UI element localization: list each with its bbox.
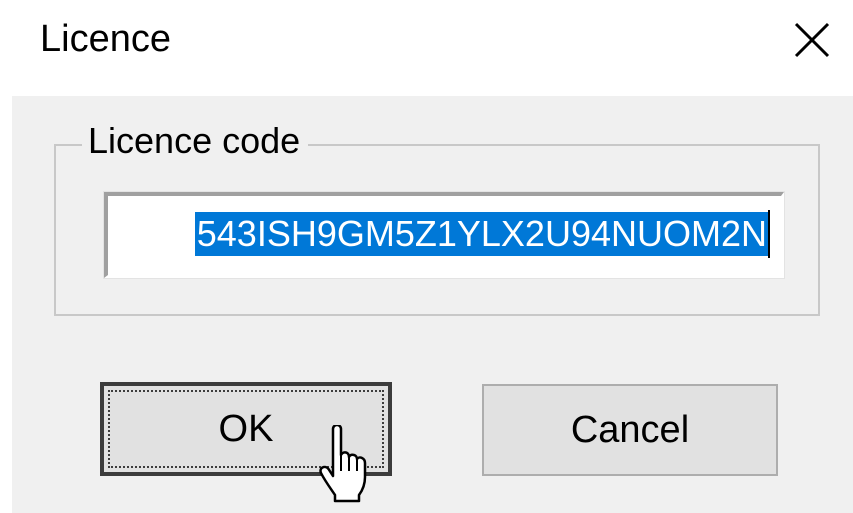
close-button[interactable] <box>782 12 842 68</box>
close-icon <box>794 22 830 58</box>
title-bar[interactable]: Licence <box>0 0 853 96</box>
window-title: Licence <box>40 18 171 60</box>
text-caret <box>768 210 770 258</box>
licence-code-text-area: 543ISH9GM5Z1YLX2U94NUOM2N <box>110 198 779 273</box>
dialog-body: Licence code 543ISH9GM5Z1YLX2U94NUOM2N O… <box>12 96 853 513</box>
cancel-button[interactable]: Cancel <box>482 384 778 476</box>
licence-code-group: Licence code 543ISH9GM5Z1YLX2U94NUOM2N <box>54 118 820 316</box>
licence-code-label: Licence code <box>82 118 309 164</box>
hand-pointer-icon <box>319 425 367 503</box>
licence-code-input[interactable]: 543ISH9GM5Z1YLX2U94NUOM2N <box>104 192 784 278</box>
licence-code-selected-text: 543ISH9GM5Z1YLX2U94NUOM2N <box>194 212 769 256</box>
